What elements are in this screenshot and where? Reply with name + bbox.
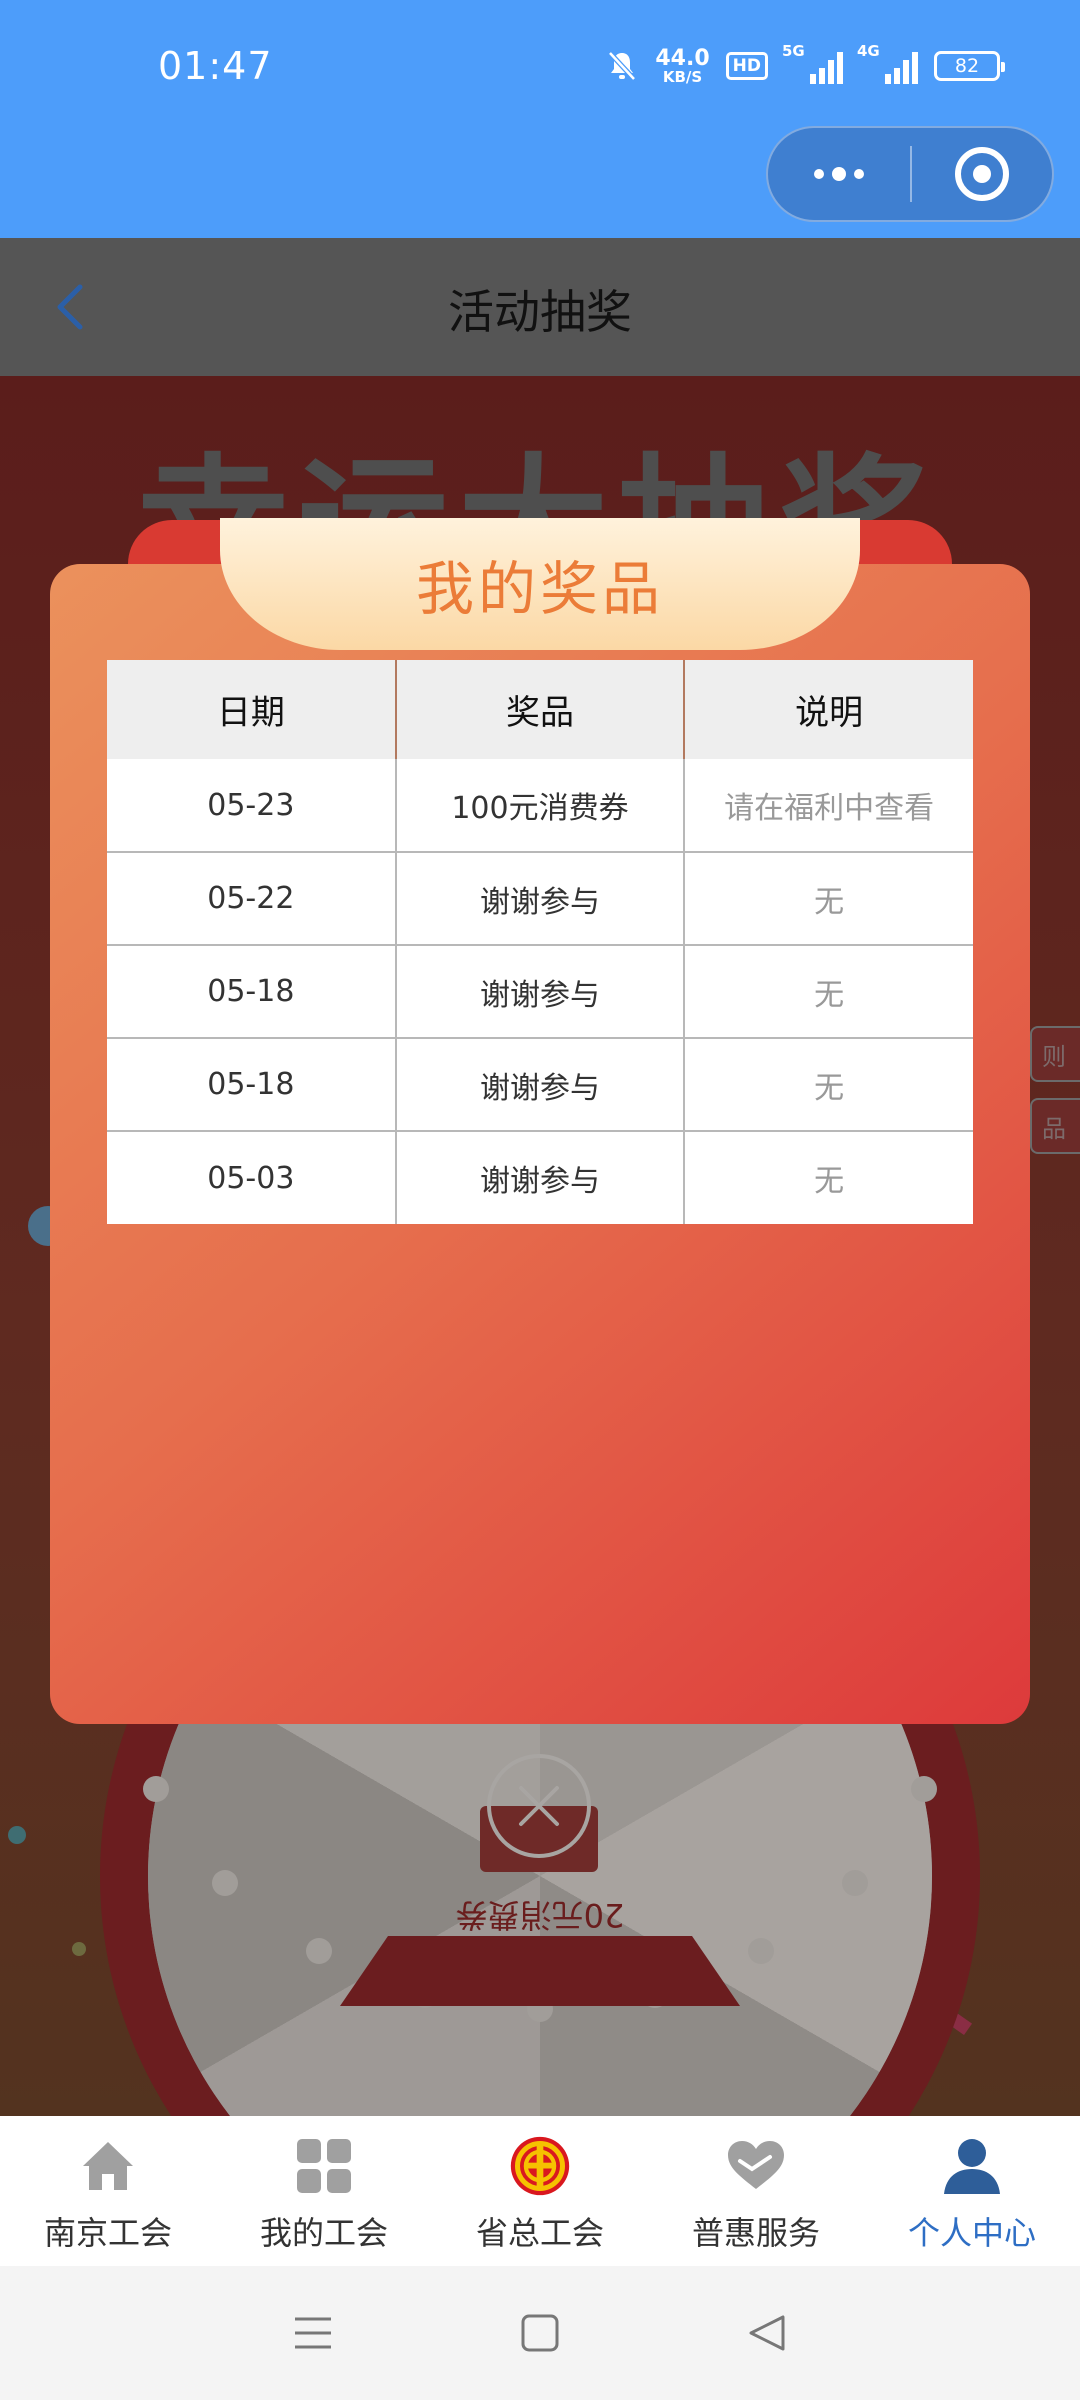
wheel-prize-label: 20元消费券 (455, 1896, 625, 1934)
signal-4g-label: 4G (857, 42, 880, 60)
tab-label: 个人中心 (907, 2214, 1036, 2252)
cell-note: 无 (814, 1164, 845, 1199)
system-nav-bar (0, 2266, 1080, 2400)
bottom-tab-bar: 南京工会 我的工会 省总工会 普惠服务 个人中心 (0, 2116, 1080, 2266)
mute-bell-icon (608, 51, 637, 81)
tab-my-union[interactable]: 我的工会 (216, 2116, 432, 2266)
person-icon (942, 2136, 1002, 2196)
cell-date: 05-22 (107, 852, 397, 946)
close-icon (519, 1786, 559, 1826)
status-bar: 01:47 44.0 KB/S HD 5G 4G 82 (0, 0, 1080, 238)
union-emblem-icon (510, 2136, 570, 2196)
status-time: 01:47 (158, 44, 273, 88)
home-icon (78, 2136, 138, 2196)
column-header-date: 日期 (107, 660, 397, 759)
capsule-close-button[interactable] (912, 128, 1052, 220)
cell-note: 无 (684, 945, 973, 1039)
tab-benefit-services[interactable]: 普惠服务 (648, 2116, 864, 2266)
tab-label: 南京工会 (43, 2214, 172, 2252)
cell-date: 05-18 (107, 945, 397, 1039)
grid-icon (294, 2136, 354, 2196)
table-row: 05-22 谢谢参与 无 (107, 852, 973, 946)
close-modal-button[interactable] (487, 1754, 591, 1858)
battery-level: 82 (954, 55, 980, 77)
cell-note: 无 (684, 1038, 973, 1132)
battery-icon: 82 (934, 51, 1005, 81)
cell-date: 05-18 (107, 1038, 397, 1132)
modal-header: 我的奖品 (220, 518, 860, 650)
signal-4g-icon: 4G (857, 42, 918, 84)
hd-badge: HD (725, 52, 768, 80)
tab-provincial-union[interactable]: 省总工会 (432, 2116, 648, 2266)
cell-note: 无 (684, 852, 973, 946)
table-row: 05-03 谢谢参与 无 (107, 1131, 973, 1224)
title-bar: 活动抽奖 (0, 238, 1080, 376)
decor-dot (72, 1942, 86, 1956)
table-row: 05-18 谢谢参与 无 (107, 1038, 973, 1132)
cell-note: 请在福利中查看 (684, 759, 973, 853)
status-icons: 44.0 KB/S HD 5G 4G 82 (605, 42, 1005, 88)
network-speed-value: 44.0 (655, 45, 710, 71)
back-triangle-icon[interactable] (737, 2303, 797, 2363)
network-speed: 44.0 KB/S (655, 45, 710, 86)
cell-prize: 谢谢参与 (395, 945, 686, 1039)
table-header-row: 日期 奖品 说明 (107, 660, 973, 759)
target-circle-icon (955, 147, 1009, 201)
tab-label: 普惠服务 (691, 2214, 820, 2252)
decor-dot (8, 1826, 26, 1844)
cell-prize: 100元消费券 (395, 759, 686, 853)
wheel-stand (340, 1936, 740, 2006)
tab-label: 我的工会 (259, 2214, 388, 2252)
network-speed-unit: KB/S (662, 67, 703, 86)
wheel-bulb (748, 1938, 774, 1964)
cell-date: 05-03 (107, 1131, 397, 1224)
wheel-bulb (143, 1776, 169, 1802)
heart-hand-icon (726, 2136, 786, 2196)
signal-5g-icon: 5G (782, 42, 843, 84)
wheel-bulb (911, 1776, 937, 1802)
side-tab-prizes[interactable]: 品 (1030, 1098, 1080, 1154)
more-dots-icon[interactable] (768, 128, 910, 220)
modal-title: 我的奖品 (415, 555, 664, 623)
tab-nanjing-union[interactable]: 南京工会 (0, 2116, 216, 2266)
signal-5g-label: 5G (782, 42, 805, 60)
menu-icon[interactable] (283, 2303, 343, 2363)
cell-date: 05-23 (107, 759, 397, 853)
column-header-prize: 奖品 (395, 660, 686, 759)
table-row: 05-23 100元消费券 请在福利中查看 (107, 759, 973, 853)
tab-label: 省总工会 (475, 2214, 604, 2252)
table-row: 05-18 谢谢参与 无 (107, 945, 973, 1039)
wheel-bulb (212, 1870, 238, 1896)
cell-prize: 谢谢参与 (395, 1131, 686, 1224)
cell-prize: 谢谢参与 (395, 1038, 686, 1132)
side-tab-rules[interactable]: 则 (1030, 1026, 1080, 1082)
cell-prize: 谢谢参与 (395, 852, 686, 946)
tab-personal-center[interactable]: 个人中心 (864, 2116, 1080, 2266)
miniprogram-capsule (766, 126, 1054, 222)
wheel-bulb (306, 1938, 332, 1964)
prize-table: 日期 奖品 说明 05-23 100元消费券 请在福利中查看 05-22 谢谢参… (107, 660, 973, 1224)
wheel-bulb (842, 1870, 868, 1896)
home-square-icon[interactable] (510, 2303, 570, 2363)
column-header-note: 说明 (684, 660, 973, 759)
page-title: 活动抽奖 (448, 285, 632, 339)
